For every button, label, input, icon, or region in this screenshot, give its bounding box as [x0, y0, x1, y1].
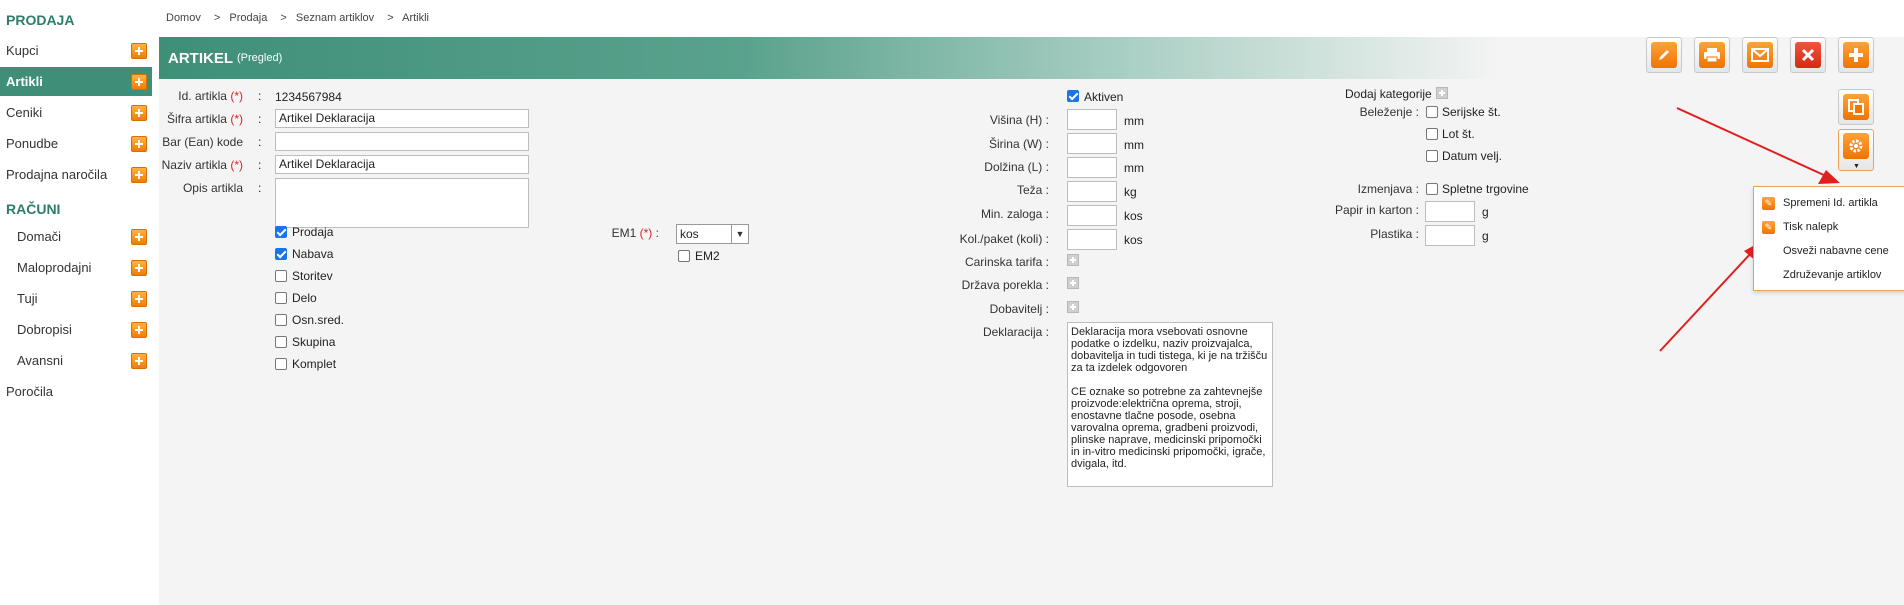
edit-icon: ✎ [1762, 220, 1775, 234]
settings-dropdown-menu: ✎ Spremeni Id. artikla ✎ Tisk nalepk Osv… [1753, 186, 1904, 291]
menu-item-zdruzevanje[interactable]: Združevanje artiklov [1754, 263, 1904, 287]
menu-item-label: Tisk nalepk [1783, 221, 1839, 233]
menu-item-osvezi-nabavne[interactable]: Osveži nabavne cene [1754, 239, 1904, 263]
menu-item-label: Osveži nabavne cene [1783, 245, 1889, 257]
edit-icon: ✎ [1762, 196, 1775, 210]
arrow-line [1659, 251, 1753, 352]
menu-item-label: Spremeni Id. artikla [1783, 197, 1878, 209]
menu-item-label: Združevanje artiklov [1783, 269, 1882, 281]
menu-item-tisk-nalepk[interactable]: ✎ Tisk nalepk [1754, 215, 1904, 239]
menu-item-spremeni-id[interactable]: ✎ Spremeni Id. artikla [1754, 191, 1904, 215]
arrowhead [1818, 170, 1840, 184]
annotation-arrows [1659, 107, 1840, 352]
arrow-line [1676, 107, 1827, 177]
